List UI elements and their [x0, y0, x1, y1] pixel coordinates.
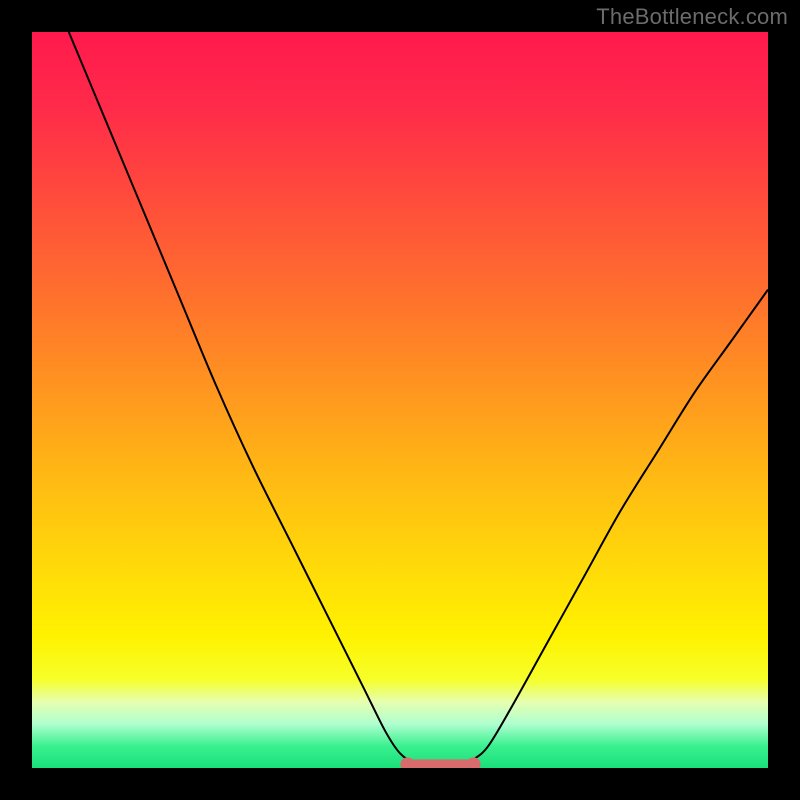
gradient-rect [32, 32, 768, 768]
chart-svg [32, 32, 768, 768]
chart-frame: TheBottleneck.com [0, 0, 800, 800]
plot-area [32, 32, 768, 768]
watermark-text: TheBottleneck.com [596, 4, 788, 30]
